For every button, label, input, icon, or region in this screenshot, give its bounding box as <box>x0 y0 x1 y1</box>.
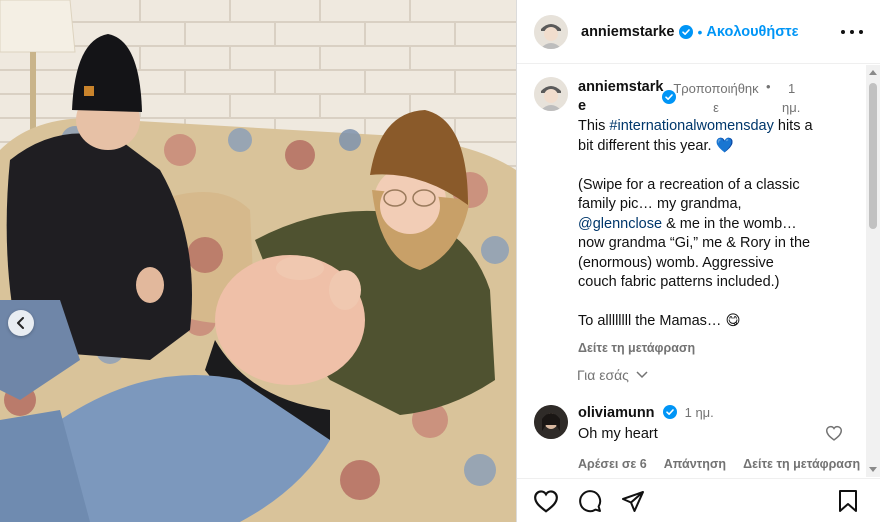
comment-button[interactable] <box>577 489 603 518</box>
caption-text-start: This <box>578 118 610 134</box>
follow-button[interactable]: Ακολουθήστε <box>706 24 798 40</box>
bookmark-icon <box>839 490 857 512</box>
verified-badge-icon <box>662 405 677 419</box>
more-options-icon[interactable] <box>841 22 863 42</box>
comments-scrollbar[interactable] <box>866 65 880 477</box>
mention-link[interactable]: @glennclose <box>578 216 662 232</box>
caption-time-line2: ημ. <box>782 100 801 115</box>
chevron-left-icon <box>17 317 24 329</box>
avatar-image <box>534 14 568 49</box>
scrollbar-thumb[interactable] <box>869 83 877 229</box>
edited-label-line1: Τροποποιήθηκ <box>673 81 759 96</box>
post-side-panel: anniemstarke • Ακολουθήστε anniemstark e… <box>516 0 880 522</box>
caption-username-line1: anniemstark <box>578 79 664 95</box>
for-you-label: Για εσάς <box>577 367 629 383</box>
comment-actions: Αρέσει σε 6 Απάντηση Δείτε τη μετάφραση <box>578 457 867 471</box>
caption-timestamp[interactable]: 1 ημ. <box>782 79 822 117</box>
caption-paragraph3: To allllllll the Mamas… 😋 <box>578 313 741 329</box>
caption-paragraph2-start: (Swipe for a recreation of a classic fam… <box>578 176 800 213</box>
heart-icon <box>825 425 843 441</box>
comment-timestamp[interactable]: 1 ημ. <box>685 405 714 420</box>
post-header: anniemstarke • Ακολουθήστε <box>517 0 880 64</box>
comments-list[interactable]: anniemstark e Τροποποιήθηκ ε • 1 ημ. Thi… <box>517 65 867 477</box>
post-photo[interactable] <box>0 0 516 522</box>
heart-icon <box>534 490 558 513</box>
comment-likes-link[interactable]: Αρέσει σε 6 <box>578 457 647 471</box>
scroll-up-arrow[interactable] <box>869 70 877 75</box>
save-button[interactable] <box>837 489 859 518</box>
hashtag-link[interactable]: #internationalwomensday <box>609 118 773 134</box>
scroll-down-arrow[interactable] <box>869 467 877 472</box>
post-action-bar <box>517 478 880 522</box>
comment-username-text: oliviamunn <box>578 405 655 421</box>
comment-like-button[interactable] <box>825 425 843 446</box>
comment-reply-button[interactable]: Απάντηση <box>664 457 726 471</box>
see-translation-link[interactable]: Δείτε τη μετάφραση <box>578 341 695 355</box>
edited-label: Τροποποιήθηκ ε <box>672 79 760 117</box>
caption-text: This #internationalwomensday hits a bit … <box>578 117 814 332</box>
verified-badge-icon <box>678 24 693 39</box>
comment-text: Oh my heart <box>578 426 658 442</box>
avatar[interactable] <box>534 14 568 49</box>
avatar[interactable] <box>534 405 568 439</box>
header-separator: • <box>697 23 703 40</box>
caption-username-line2: e <box>578 98 587 114</box>
avatar-image <box>534 77 568 111</box>
for-you-dropdown[interactable]: Για εσάς <box>577 367 648 383</box>
post-image <box>0 0 516 522</box>
caption-bullet: • <box>766 79 771 94</box>
like-button[interactable] <box>533 489 559 518</box>
share-icon <box>622 491 644 512</box>
comment-username[interactable]: oliviamunn 1 ημ. <box>578 405 714 421</box>
comment-icon <box>579 490 602 513</box>
header-username[interactable]: anniemstarke <box>581 24 675 40</box>
chevron-down-icon <box>636 371 648 379</box>
caption-header: anniemstark e Τροποποιήθηκ ε • 1 ημ. <box>578 78 818 116</box>
avatar[interactable] <box>534 77 568 111</box>
comment-translate-link[interactable]: Δείτε τη μετάφραση <box>743 457 860 471</box>
caption-time-line1: 1 <box>788 81 796 96</box>
share-button[interactable] <box>621 489 645 518</box>
avatar-image <box>534 405 568 439</box>
carousel-prev-button[interactable] <box>8 310 34 336</box>
edited-label-line2: ε <box>713 100 719 115</box>
